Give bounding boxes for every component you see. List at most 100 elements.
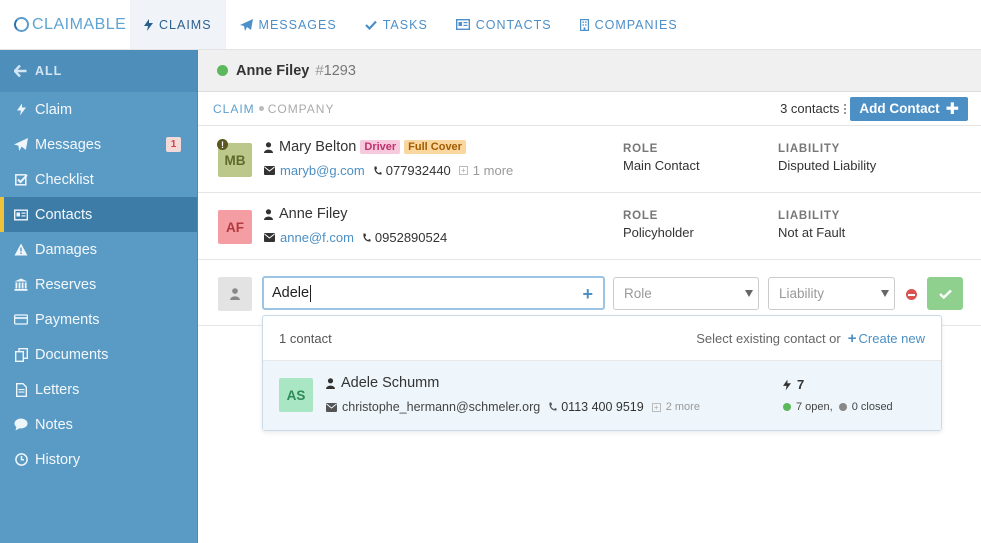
more-details-link[interactable]: +1 more bbox=[458, 163, 514, 178]
role-select[interactable]: Role bbox=[613, 277, 759, 310]
credit-card-icon bbox=[14, 314, 28, 325]
search-result-item[interactable]: AS Adele Schumm christophe_hermann@schme… bbox=[263, 361, 941, 430]
sidebar-item-claim[interactable]: Claim bbox=[0, 92, 197, 127]
contact-search-input[interactable]: Adele + bbox=[262, 276, 605, 310]
nav-tab-label: MESSAGES bbox=[258, 17, 337, 32]
plus-icon[interactable]: + bbox=[582, 284, 593, 305]
nav-tab-contacts[interactable]: CONTACTS bbox=[442, 0, 566, 49]
check-icon bbox=[364, 20, 377, 30]
open-status-dot bbox=[783, 403, 791, 411]
sidebar-item-notes[interactable]: Notes bbox=[0, 407, 197, 442]
role-value: Policyholder bbox=[623, 225, 694, 240]
sidebar: ALL Claim Messages 1 Checklist Contacts … bbox=[0, 50, 198, 543]
sidebar-item-label: Claim bbox=[35, 101, 73, 118]
logo-text-prefix: CLAIM bbox=[32, 15, 84, 33]
result-phone: 0113 400 9519 bbox=[561, 400, 644, 414]
sidebar-item-reserves[interactable]: Reserves bbox=[0, 267, 197, 302]
add-contact-button[interactable]: Add Contact ✚ bbox=[850, 96, 968, 121]
nav-tab-label: TASKS bbox=[382, 17, 428, 32]
check-icon bbox=[938, 289, 952, 299]
contact-email-link[interactable]: maryb@g.com bbox=[280, 163, 365, 178]
warning-icon bbox=[14, 243, 28, 256]
plus-square-icon: + bbox=[651, 402, 661, 412]
nav-tab-companies[interactable]: COMPANIES bbox=[566, 0, 692, 49]
sidebar-item-label: Messages bbox=[35, 136, 102, 153]
envelope-icon bbox=[326, 402, 337, 412]
confirm-button[interactable] bbox=[927, 277, 963, 310]
building-icon bbox=[579, 18, 589, 31]
nav-tab-label: CONTACTS bbox=[475, 17, 552, 32]
open-claims: 7 open, bbox=[796, 401, 833, 413]
crumb-claim[interactable]: CLAIM bbox=[213, 102, 255, 116]
create-new-link[interactable]: + Create new bbox=[848, 330, 925, 347]
contact-phone: 077932440 bbox=[385, 163, 451, 178]
contact-phone: 0952890524 bbox=[374, 230, 448, 245]
liability-value: Not at Fault bbox=[778, 225, 846, 240]
plus-icon: + bbox=[847, 329, 857, 347]
paper-plane-icon bbox=[14, 138, 28, 151]
avatar: AF bbox=[218, 210, 252, 244]
paper-plane-icon bbox=[239, 18, 253, 31]
app-logo[interactable]: CLAIMABLE bbox=[0, 0, 130, 49]
sidebar-item-history[interactable]: History bbox=[0, 442, 197, 477]
claim-status-indicator bbox=[217, 65, 228, 76]
liability-placeholder: Liability bbox=[779, 286, 825, 301]
crumb-company[interactable]: COMPANY bbox=[268, 102, 335, 116]
more-options-icon[interactable] bbox=[844, 103, 847, 114]
nav-tab-label: CLAIMS bbox=[159, 17, 212, 32]
more-label: 2 more bbox=[665, 401, 700, 413]
role-placeholder: Role bbox=[624, 286, 652, 301]
arrow-left-icon bbox=[14, 65, 27, 77]
claims-count: 7 bbox=[797, 377, 805, 392]
contact-count: 3 contacts bbox=[780, 101, 840, 116]
sidebar-item-contacts[interactable]: Contacts bbox=[0, 197, 197, 232]
closed-claims: 0 closed bbox=[851, 401, 893, 413]
contact-email-link[interactable]: anne@f.com bbox=[280, 230, 354, 245]
alert-icon: ! bbox=[217, 139, 228, 150]
bolt-icon bbox=[783, 379, 791, 391]
contact-search-dropdown: 1 contact Select existing contact or + Cr… bbox=[262, 315, 942, 431]
id-card-icon bbox=[455, 19, 470, 30]
sidebar-item-label: Payments bbox=[35, 311, 100, 328]
contact-search-value: Adele bbox=[272, 285, 310, 301]
contact-name[interactable]: Anne Filey bbox=[279, 206, 348, 222]
comment-icon bbox=[14, 418, 28, 431]
liability-select[interactable]: Liability bbox=[768, 277, 895, 310]
phone-icon bbox=[548, 402, 557, 412]
main-content: Anne Filey # 1293 CLAIM COMPANY 3 contac… bbox=[198, 50, 981, 543]
top-navbar: CLAIMABLE CLAIMS MESSAGES TASKS CONTACTS… bbox=[0, 0, 981, 50]
envelope-icon bbox=[264, 166, 275, 175]
contact-name[interactable]: Mary Belton bbox=[279, 139, 356, 155]
checkbox-icon bbox=[14, 173, 28, 186]
phone-icon bbox=[362, 233, 371, 243]
more-label: 1 more bbox=[472, 163, 514, 178]
nav-tab-messages[interactable]: MESSAGES bbox=[226, 0, 351, 49]
plus-icon: ✚ bbox=[945, 100, 959, 118]
dropdown-header: 1 contact Select existing contact or + Cr… bbox=[263, 316, 941, 361]
claim-header: Anne Filey # 1293 bbox=[198, 50, 981, 92]
user-icon bbox=[264, 141, 273, 153]
file-icon bbox=[14, 382, 28, 397]
nav-tab-tasks[interactable]: TASKS bbox=[351, 0, 442, 49]
sidebar-item-checklist[interactable]: Checklist bbox=[0, 162, 197, 197]
role-value: Main Contact bbox=[623, 158, 700, 173]
sidebar-item-damages[interactable]: Damages bbox=[0, 232, 197, 267]
logo-text-suffix: ABLE bbox=[83, 15, 127, 33]
add-contact-label: Add Contact bbox=[859, 101, 940, 116]
sidebar-item-documents[interactable]: Documents bbox=[0, 337, 197, 372]
unread-badge: 1 bbox=[166, 137, 181, 152]
sidebar-item-letters[interactable]: Letters bbox=[0, 372, 197, 407]
back-to-all-link[interactable]: ALL bbox=[0, 50, 197, 92]
user-icon bbox=[230, 288, 240, 300]
sidebar-item-messages[interactable]: Messages 1 bbox=[0, 127, 197, 162]
result-name: Adele Schumm bbox=[341, 375, 440, 391]
tag-driver: Driver bbox=[360, 140, 401, 154]
sidebar-item-label: History bbox=[35, 451, 81, 468]
sidebar-item-payments[interactable]: Payments bbox=[0, 302, 197, 337]
contact-row[interactable]: AF Anne Filey anne@f.com 0952890524 ROLE… bbox=[198, 193, 981, 260]
caret-down-icon bbox=[881, 290, 889, 297]
remove-icon[interactable] bbox=[906, 289, 917, 300]
contact-row[interactable]: MB ! Mary Belton Driver Full Cover maryb… bbox=[198, 126, 981, 193]
sidebar-item-label: Checklist bbox=[35, 171, 94, 188]
nav-tab-claims[interactable]: CLAIMS bbox=[130, 0, 226, 49]
